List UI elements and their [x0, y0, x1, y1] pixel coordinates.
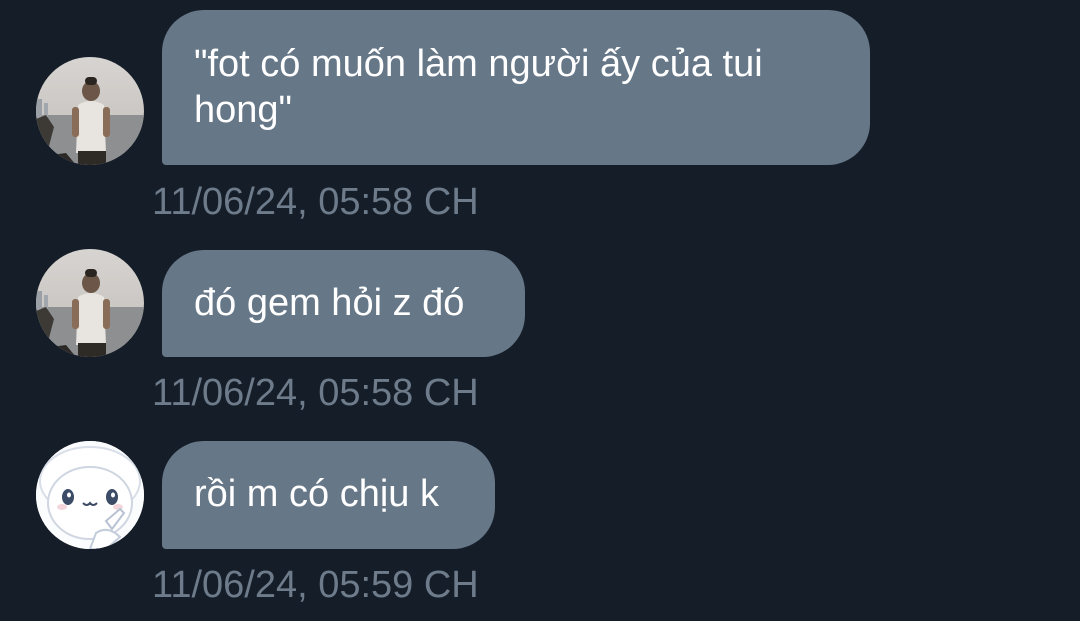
message-bubble[interactable]: đó gem hỏi z đó — [162, 250, 525, 357]
photo-avatar-icon — [36, 57, 144, 165]
message-timestamp: 11/06/24, 05:59 CH — [152, 564, 479, 606]
cartoon-avatar-icon — [36, 441, 144, 549]
message-text: "fot có muốn làm người ấy của tui hong" — [194, 43, 763, 131]
message-bubble[interactable]: rồi m có chịu k — [162, 441, 495, 549]
message-text: rồi m có chịu k — [194, 473, 439, 515]
message-bubble[interactable]: "fot có muốn làm người ấy của tui hong" — [162, 10, 870, 165]
chat-screen: "fot có muốn làm người ấy của tui hong" … — [0, 0, 1080, 621]
contact-avatar[interactable] — [36, 57, 144, 165]
message-text: đó gem hỏi z đó — [194, 282, 465, 324]
photo-avatar-icon — [36, 249, 144, 357]
message-timestamp: 11/06/24, 05:58 CH — [152, 181, 479, 223]
contact-avatar[interactable] — [36, 249, 144, 357]
contact-avatar[interactable] — [36, 441, 144, 549]
message-timestamp: 11/06/24, 05:58 CH — [152, 372, 479, 414]
